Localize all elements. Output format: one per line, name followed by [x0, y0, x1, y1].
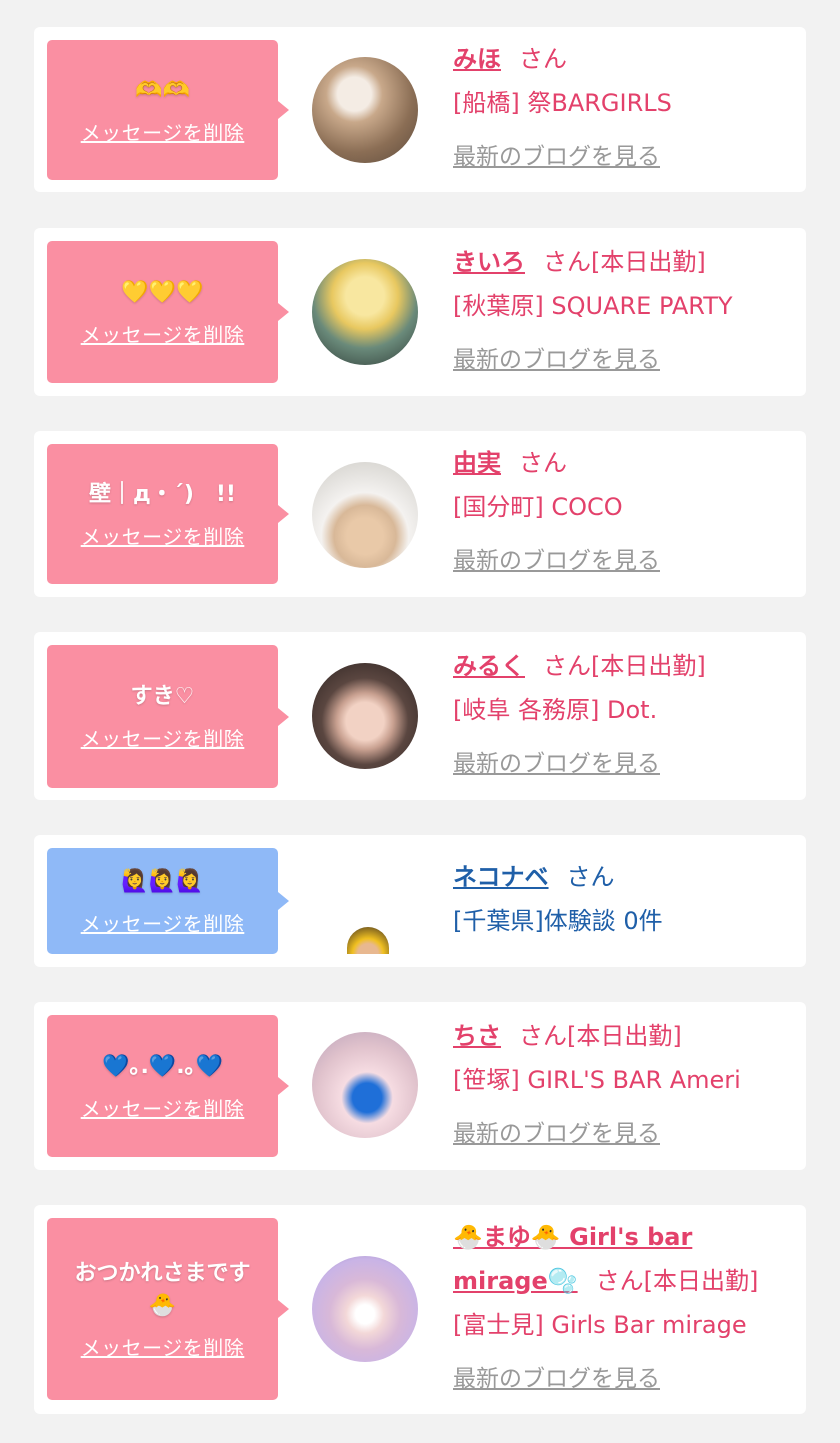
avatar[interactable]	[347, 927, 389, 954]
girl-name-link[interactable]: みるく	[453, 652, 525, 680]
latest-blog-link[interactable]: 最新のブログを見る	[453, 541, 660, 575]
area-label: [秋葉原]	[453, 292, 544, 320]
girl-name-link[interactable]: みほ	[453, 45, 501, 73]
profile-info: ネコナベ さん [千葉県]体験談 0件	[453, 855, 796, 943]
latest-blog-link[interactable]: 最新のブログを見る	[453, 744, 660, 778]
status-badge: [本日出勤]	[591, 652, 706, 680]
girl-name-link[interactable]: ちさ	[453, 1022, 501, 1050]
girl-name-link[interactable]: きいろ	[453, 248, 525, 276]
area-label: [笹塚]	[453, 1066, 520, 1094]
name-line: みるく さん[本日出勤]	[453, 644, 796, 688]
name-line: きいろ さん[本日出勤]	[453, 240, 796, 284]
delete-message-link[interactable]: メッセージを削除	[81, 723, 245, 752]
shop-name: Girls Bar mirage	[551, 1311, 747, 1339]
status-badge: [本日出勤]	[567, 1022, 682, 1050]
message-card: 🙋‍♀️🙋‍♀️🙋‍♀️ メッセージを削除 ネコナベ さん [千葉県]体験談 0件	[34, 835, 806, 967]
status-badge: [本日出勤]	[643, 1267, 759, 1295]
area-label: [富士見]	[453, 1311, 544, 1339]
girl-name-link[interactable]: mirage🫧	[453, 1267, 578, 1295]
message-text: 🫶🫶	[135, 77, 190, 103]
avatar[interactable]	[312, 259, 418, 365]
area-label: [岐阜 各務原]	[453, 696, 600, 724]
shop-line: [笹塚] GIRL'S BAR Ameri	[453, 1058, 796, 1102]
honorific: さん	[519, 449, 567, 477]
latest-blog-link[interactable]: 最新のブログを見る	[453, 1359, 660, 1393]
message-text: 壁｜д・´) !!	[89, 481, 236, 507]
avatar[interactable]	[312, 663, 418, 769]
honorific: さん	[543, 652, 591, 680]
avatar[interactable]	[312, 57, 418, 163]
shop-line: [岐阜 各務原] Dot.	[453, 688, 796, 732]
area-label: [国分町]	[453, 493, 544, 521]
message-text: 💙｡.💙.｡💙	[102, 1053, 223, 1079]
message-bubble: 壁｜д・´) !! メッセージを削除	[47, 444, 289, 584]
message-card: 💛💛💛 メッセージを削除 きいろ さん[本日出勤] [秋葉原] SQUARE PA…	[34, 228, 806, 396]
honorific: さん	[566, 863, 615, 891]
profile-info: みるく さん[本日出勤] [岐阜 各務原] Dot. 最新のブログを見る	[453, 644, 796, 778]
delete-message-link[interactable]: メッセージを削除	[81, 117, 245, 146]
delete-message-link[interactable]: メッセージを削除	[81, 521, 245, 550]
girl-name-link[interactable]: 🐣まゆ🐣 Girl's bar	[453, 1223, 692, 1251]
latest-blog-link[interactable]: 最新のブログを見る	[453, 1114, 660, 1148]
honorific: さん	[519, 45, 567, 73]
name-line: mirage🫧 さん[本日出勤]	[453, 1259, 796, 1303]
message-card: すき♡ メッセージを削除 みるく さん[本日出勤] [岐阜 各務原] Dot. 最…	[34, 632, 806, 800]
name-line: みほ さん	[453, 37, 796, 81]
avatar[interactable]	[312, 1256, 418, 1362]
profile-info: 🐣まゆ🐣 Girl's bar mirage🫧 さん[本日出勤] [富士見] Gi…	[453, 1215, 796, 1393]
message-card: 壁｜д・´) !! メッセージを削除 由実 さん [国分町] COCO 最新のブロ…	[34, 431, 806, 597]
message-card: 🫶🫶 メッセージを削除 みほ さん [船橋] 祭BARGIRLS 最新のブログを見…	[34, 27, 806, 192]
name-line: 由実 さん	[453, 441, 796, 485]
message-bubble: おつかれさまです 🐣 メッセージを削除	[47, 1218, 289, 1400]
message-card: 💙｡.💙.｡💙 メッセージを削除 ちさ さん[本日出勤] [笹塚] GIRL'S …	[34, 1002, 806, 1170]
latest-blog-link[interactable]: 最新のブログを見る	[453, 340, 660, 374]
delete-message-link[interactable]: メッセージを削除	[81, 319, 245, 348]
profile-info: きいろ さん[本日出勤] [秋葉原] SQUARE PARTY 最新のブログを見る	[453, 240, 796, 374]
name-line: ネコナベ さん	[453, 855, 796, 899]
delete-message-link[interactable]: メッセージを削除	[81, 1332, 245, 1361]
name-line: 🐣まゆ🐣 Girl's bar	[453, 1215, 796, 1259]
message-card: おつかれさまです 🐣 メッセージを削除 🐣まゆ🐣 Girl's bar mira…	[34, 1205, 806, 1414]
avatar[interactable]	[312, 462, 418, 568]
shop-line: [国分町] COCO	[453, 485, 796, 529]
message-text: おつかれさまです 🐣	[74, 1260, 251, 1318]
message-bubble: 💙｡.💙.｡💙 メッセージを削除	[47, 1015, 289, 1157]
girl-name-link[interactable]: 由実	[453, 449, 501, 477]
shop-line: [千葉県]体験談 0件	[453, 899, 796, 943]
name-line: ちさ さん[本日出勤]	[453, 1014, 796, 1058]
message-bubble: 💛💛💛 メッセージを削除	[47, 241, 289, 383]
review-count: 体験談 0件	[543, 907, 663, 935]
honorific: さん	[595, 1267, 644, 1295]
message-bubble: すき♡ メッセージを削除	[47, 645, 289, 788]
delete-message-link[interactable]: メッセージを削除	[81, 1093, 245, 1122]
message-bubble: 🫶🫶 メッセージを削除	[47, 40, 289, 180]
status-badge: [本日出勤]	[591, 248, 706, 276]
avatar[interactable]	[312, 1032, 418, 1138]
profile-info: ちさ さん[本日出勤] [笹塚] GIRL'S BAR Ameri 最新のブログを…	[453, 1014, 796, 1148]
message-text: すき♡	[130, 684, 195, 709]
profile-info: 由実 さん [国分町] COCO 最新のブログを見る	[453, 441, 796, 575]
area-label: [千葉県]	[453, 907, 544, 935]
profile-info: みほ さん [船橋] 祭BARGIRLS 最新のブログを見る	[453, 37, 796, 171]
area-label: [船橋]	[453, 89, 520, 117]
message-bubble: 🙋‍♀️🙋‍♀️🙋‍♀️ メッセージを削除	[47, 848, 289, 954]
shop-line: [船橋] 祭BARGIRLS	[453, 81, 796, 125]
shop-name: Dot.	[607, 696, 658, 724]
shop-name: GIRL'S BAR Ameri	[527, 1066, 741, 1094]
shop-name: COCO	[551, 493, 623, 521]
message-text: 🙋‍♀️🙋‍♀️🙋‍♀️	[121, 868, 204, 894]
shop-line: [秋葉原] SQUARE PARTY	[453, 284, 796, 328]
latest-blog-link[interactable]: 最新のブログを見る	[453, 137, 660, 171]
shop-name: SQUARE PARTY	[551, 292, 733, 320]
honorific: さん	[543, 248, 591, 276]
delete-message-link[interactable]: メッセージを削除	[81, 908, 245, 937]
message-text: 💛💛💛	[121, 279, 204, 305]
shop-line: [富士見] Girls Bar mirage	[453, 1303, 796, 1347]
user-name-link[interactable]: ネコナベ	[453, 863, 549, 891]
honorific: さん	[519, 1022, 567, 1050]
shop-name: 祭BARGIRLS	[527, 89, 672, 117]
